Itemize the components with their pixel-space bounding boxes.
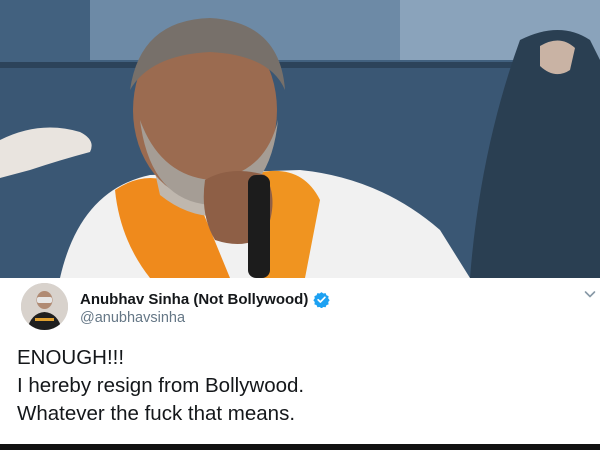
avatar[interactable] [21,283,68,330]
tweet-text: ENOUGH!!! I hereby resign from Bollywood… [17,344,304,428]
tweet-card: Anubhav Sinha (Not Bollywood) @anubhavsi… [0,278,600,444]
verified-badge-icon [313,291,330,308]
tweet-text-line: ENOUGH!!! [17,346,125,369]
avatar-image [21,283,68,330]
tweet-text-line: I hereby resign from Bollywood. [17,374,305,397]
author-display-name[interactable]: Anubhav Sinha (Not Bollywood) [80,291,308,308]
photo-illustration [0,0,600,278]
author-name-row: Anubhav Sinha (Not Bollywood) [80,288,330,310]
chevron-down-icon[interactable] [584,287,596,299]
tweet-text-line: Whatever the fuck that means. [17,402,296,425]
bottom-divider [0,444,600,450]
header-photo [0,0,600,278]
author-handle[interactable]: @anubhavsinha [80,310,185,326]
